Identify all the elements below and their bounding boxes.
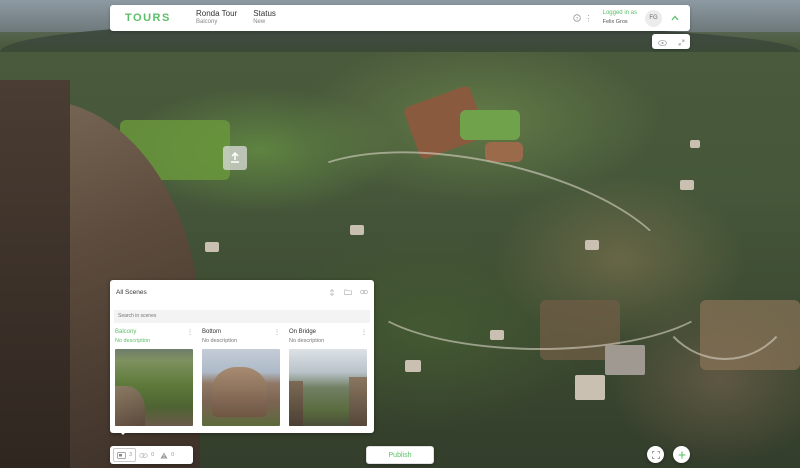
scene-card-header: Bottom ⋮	[202, 328, 280, 337]
more-vertical-icon[interactable]: ⋮	[361, 329, 367, 336]
chevron-up-icon[interactable]	[668, 13, 682, 23]
status-label: Status	[253, 9, 276, 18]
plus-icon	[678, 451, 685, 458]
cliff-shadow	[0, 80, 70, 468]
scene-name: Bottom	[202, 329, 222, 335]
fullscreen-icon[interactable]	[647, 446, 664, 463]
scene-cards: Balcony ⋮ No description Bottom ⋮ No des…	[110, 323, 374, 426]
avatar[interactable]: FG	[645, 9, 662, 27]
login-label: Logged in as	[602, 10, 637, 16]
house	[350, 225, 364, 235]
scene-thumbnail[interactable]	[289, 348, 367, 426]
scenes-icon	[117, 446, 126, 464]
more-vertical-icon[interactable]: ⋮	[583, 12, 595, 24]
panel-actions	[327, 288, 368, 297]
house	[690, 140, 700, 148]
panel-pointer	[118, 430, 128, 435]
tour-info: Ronda Tour Balcony	[196, 9, 237, 27]
bottom-toolbar: 3 0 0	[110, 446, 193, 464]
sort-icon[interactable]	[327, 288, 336, 297]
top-bar: TOURS Ronda Tour Balcony Status New ? ⋮ …	[110, 5, 690, 31]
tour-scene: Balcony	[196, 19, 218, 25]
scenes-search-input[interactable]	[114, 309, 370, 323]
status-info: Status New	[253, 9, 276, 27]
app-logo[interactable]: TOURS	[125, 12, 180, 24]
folder-icon[interactable]	[343, 288, 352, 297]
warning-icon	[160, 446, 168, 464]
login-info: Logged in as Felix Gros	[603, 9, 637, 27]
scene-card-balcony[interactable]: Balcony ⋮ No description	[115, 328, 193, 426]
scene-card-header: On Bridge ⋮	[289, 328, 367, 337]
scene-name: On Bridge	[289, 329, 317, 335]
scenes-panel: All Scenes Balcony ⋮ No description Bot	[110, 280, 374, 433]
expand-icon[interactable]	[678, 33, 685, 51]
link-icon	[139, 446, 148, 464]
house	[405, 360, 421, 372]
tour-label: Ronda Tour	[196, 9, 238, 18]
login-user: Felix Gros	[602, 19, 628, 25]
scenes-count: 3	[129, 452, 133, 458]
field	[485, 142, 523, 162]
view-controls	[652, 34, 690, 49]
upload-hotspot-icon[interactable]	[223, 146, 247, 170]
status-value: New	[253, 19, 266, 25]
house	[575, 375, 605, 400]
scene-description: No description	[202, 337, 238, 344]
scene-description: No description	[289, 337, 325, 344]
house	[680, 180, 694, 190]
scene-description: No description	[115, 337, 151, 344]
panel-title: All Scenes	[116, 288, 147, 296]
field	[460, 110, 520, 140]
scene-name: Balcony	[115, 329, 137, 335]
eye-icon[interactable]	[657, 33, 667, 51]
house	[585, 240, 599, 250]
publish-button[interactable]: Publish	[366, 446, 434, 464]
more-vertical-icon[interactable]: ⋮	[274, 329, 280, 336]
help-circle-icon[interactable]: ?	[571, 12, 583, 24]
svg-text:?: ?	[575, 16, 578, 21]
scenes-panel-header: All Scenes	[110, 280, 374, 304]
warnings-toggle-button[interactable]: 0	[157, 448, 177, 462]
more-vertical-icon[interactable]: ⋮	[187, 329, 193, 336]
warnings-count: 0	[171, 452, 175, 458]
links-toggle-button[interactable]: 0	[136, 448, 157, 462]
road	[650, 200, 800, 360]
scene-card-header: Balcony ⋮	[115, 328, 193, 337]
scene-thumbnail[interactable]	[115, 348, 193, 426]
top-right-controls: ? ⋮ Logged in as Felix Gros FG	[571, 5, 690, 31]
scene-card-bottom[interactable]: Bottom ⋮ No description	[202, 328, 280, 426]
add-scene-button[interactable]	[673, 446, 690, 463]
house	[605, 345, 645, 375]
house	[490, 330, 504, 340]
links-count: 0	[151, 452, 155, 458]
scene-card-on-bridge[interactable]: On Bridge ⋮ No description	[289, 328, 367, 426]
link-icon[interactable]	[359, 288, 368, 297]
house	[205, 242, 219, 252]
scenes-toggle-button[interactable]: 3	[113, 446, 137, 464]
scene-thumbnail[interactable]	[202, 348, 280, 426]
